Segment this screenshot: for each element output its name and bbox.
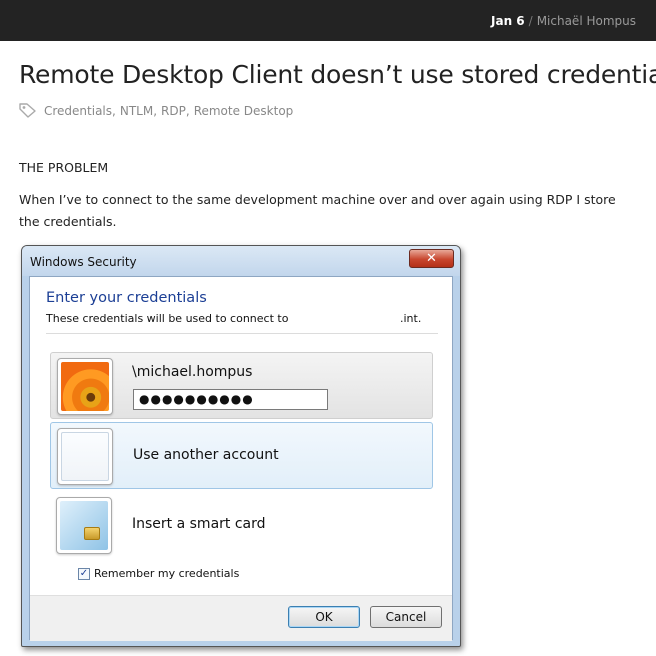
card-chip [84, 527, 100, 540]
tag-link-credentials[interactable]: Credentials [44, 104, 112, 118]
post-date: Jan 6 [491, 13, 525, 28]
password-field: ●●●●●●●●●● [133, 389, 328, 410]
dialog-client-area: Enter your credentials These credentials… [29, 276, 453, 641]
blank-user-icon [61, 432, 109, 481]
section-heading: THE PROBLEM [19, 160, 109, 175]
tag-link-remote-desktop[interactable]: Remote Desktop [194, 104, 294, 118]
dialog-subtext-suffix: .int. [400, 312, 422, 325]
close-icon: ✕ [409, 249, 454, 268]
stored-username: \michael.hompus [132, 364, 253, 380]
top-bar: Jan 6 / Michaël Hompus [0, 0, 656, 41]
tag-list: Credentials, NTLM, RDP, Remote Desktop [19, 103, 293, 118]
dialog-heading: Enter your credentials [46, 290, 207, 306]
author-link[interactable]: Michaël Hompus [537, 14, 636, 28]
cancel-button: Cancel [370, 606, 442, 628]
tag-link-ntlm[interactable]: NTLM [120, 104, 153, 118]
smart-card-icon [60, 501, 108, 550]
divider [46, 333, 438, 334]
post-title: Remote Desktop Client doesn’t use stored… [19, 60, 656, 89]
checkbox-checked-icon: ✓ [78, 567, 90, 580]
smart-card-label: Insert a smart card [132, 516, 266, 532]
dialog-footer: OK Cancel [30, 595, 452, 641]
post-paragraph: When I’ve to connect to the same develop… [19, 192, 616, 229]
flower-avatar-icon [61, 362, 109, 411]
user-avatar [57, 358, 113, 415]
date-author-separator: / [528, 13, 533, 28]
remember-label: Remember my credentials [94, 567, 240, 580]
smart-card-tile: Insert a smart card [50, 492, 433, 559]
windows-security-dialog-screenshot: Windows Security ✕ Enter your credential… [21, 245, 461, 647]
tag-icon [19, 103, 36, 118]
ok-button: OK [288, 606, 360, 628]
dialog-title: Windows Security [30, 255, 137, 269]
other-account-label: Use another account [133, 447, 279, 463]
remember-credentials: ✓ Remember my credentials [78, 567, 239, 580]
other-account-tile: Use another account [50, 422, 433, 489]
stored-credential-tile: \michael.hompus ●●●●●●●●●● [50, 352, 433, 419]
dialog-titlebar: Windows Security ✕ [22, 246, 460, 276]
tag-link-rdp[interactable]: RDP [161, 104, 186, 118]
dialog-subtext: These credentials will be used to connec… [46, 312, 289, 325]
smart-card-avatar [56, 497, 112, 554]
blank-avatar [57, 428, 113, 485]
